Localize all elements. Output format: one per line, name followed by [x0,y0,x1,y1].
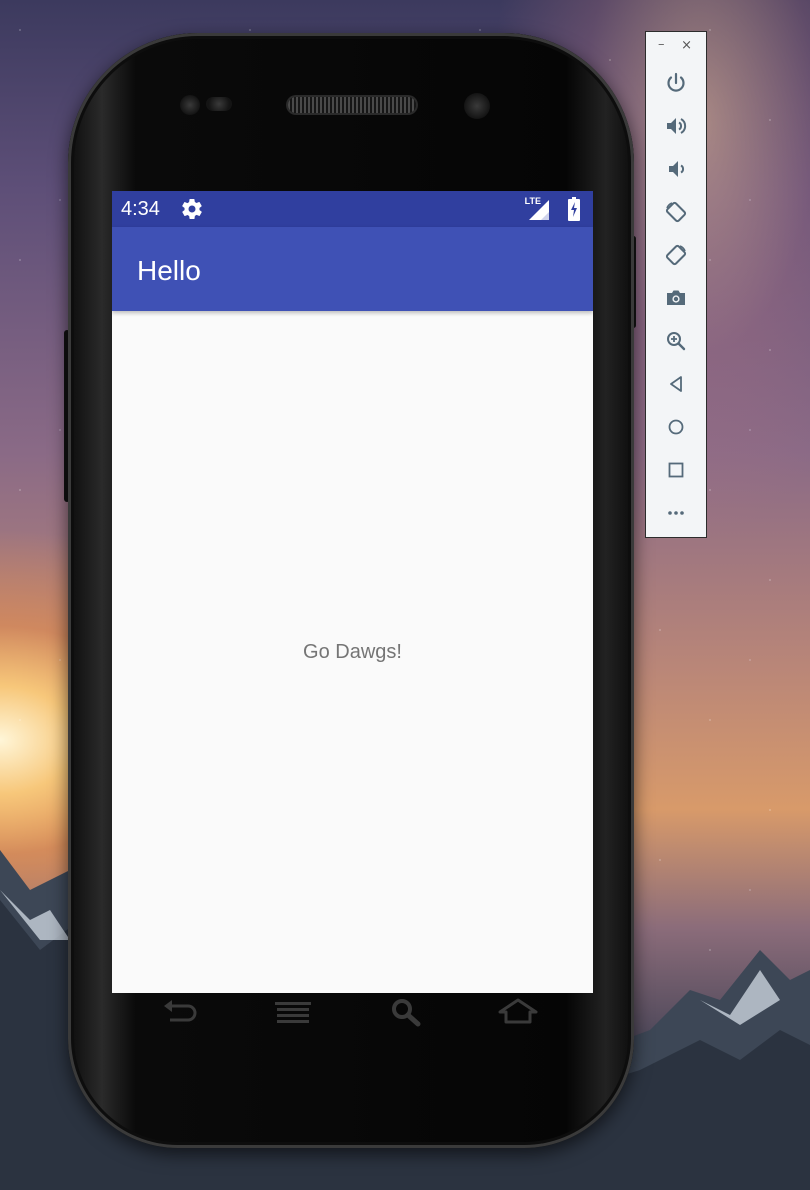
search-icon[interactable] [388,996,428,1028]
main-content: Go Dawgs! [112,311,593,993]
more-icon[interactable] [664,501,688,525]
message-text: Go Dawgs! [303,641,402,663]
battery-charging-icon [568,197,580,221]
home-icon[interactable] [664,415,688,439]
back-icon[interactable] [664,372,688,396]
emulator-toolbar: – × [645,31,707,538]
menu-icon[interactable] [273,996,313,1028]
earpiece-speaker [288,97,416,113]
volume-down-icon[interactable] [664,157,688,181]
device-screen[interactable]: 4:34 LTE Hello Go Dawgs! [112,191,593,993]
status-time: 4:34 [121,198,160,220]
app-toolbar: Hello [112,227,593,311]
status-bar: 4:34 LTE [112,191,593,227]
rotate-right-icon[interactable] [664,243,688,267]
phone-frame: 4:34 LTE Hello Go Dawgs! [68,33,634,1148]
app-title: Hello [137,255,201,286]
power-icon[interactable] [664,71,688,95]
hardware-nav-keys [90,996,538,1036]
home-icon[interactable] [498,996,538,1028]
overview-icon[interactable] [664,458,688,482]
zoom-icon[interactable] [664,329,688,353]
signal-icon [529,200,549,220]
close-button[interactable]: × [681,38,692,53]
proximity-sensor [206,97,232,111]
minimize-button[interactable]: – [658,37,665,52]
volume-up-icon[interactable] [664,114,688,138]
camera-icon[interactable] [664,286,688,310]
front-camera [464,93,490,119]
front-sensor [180,95,200,115]
gear-icon [182,198,202,220]
back-icon[interactable] [160,996,200,1028]
toolbar-window-controls: – × [646,37,706,56]
rotate-left-icon[interactable] [664,200,688,224]
